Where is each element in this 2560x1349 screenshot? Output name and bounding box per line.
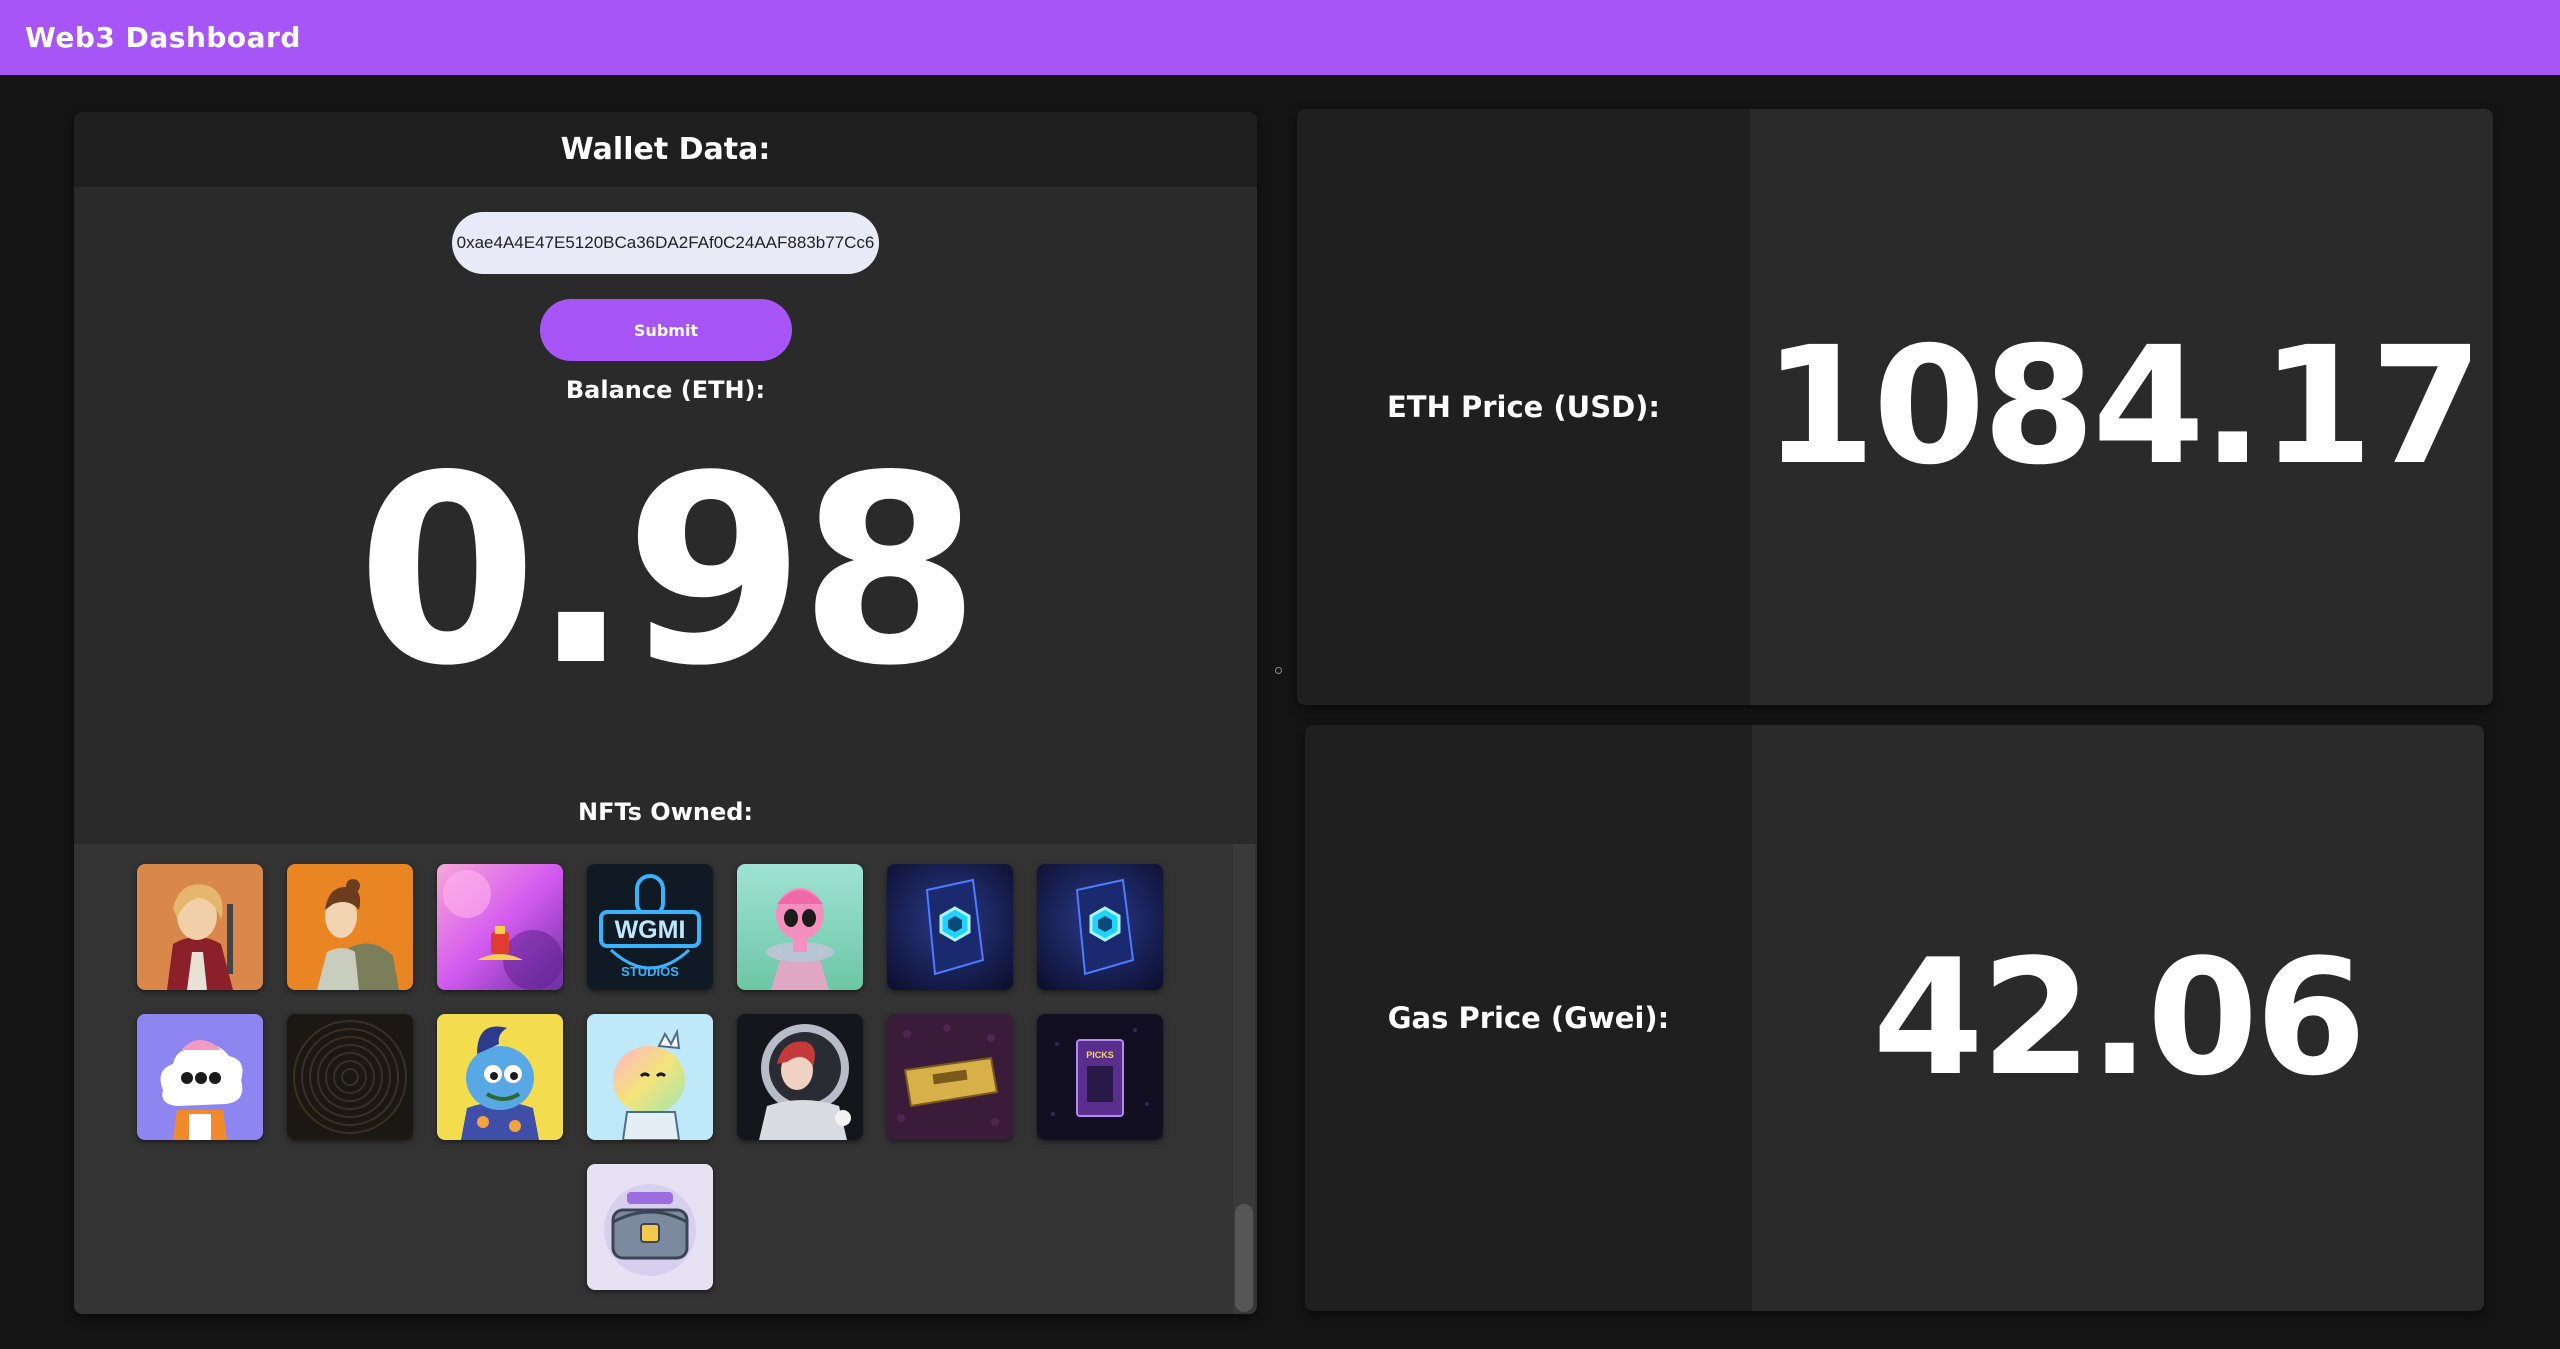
nft-wgmi-studios-logo-icon: WGMI STUDIOS: [587, 864, 713, 990]
nft-grid-spacer: [287, 1164, 413, 1290]
nft-wgmi-studios-logo[interactable]: WGMI STUDIOS: [587, 864, 713, 990]
nft-gallery-scrollbar[interactable]: [1233, 844, 1255, 1314]
nft-pink-purple-abstract-icon: [437, 864, 563, 990]
submit-button[interactable]: Submit: [540, 299, 792, 361]
nft-grid-spacer: [137, 1164, 263, 1290]
nft-treasure-chest[interactable]: [587, 1164, 713, 1290]
balance-value: 0.98: [356, 421, 981, 723]
resize-handle[interactable]: [1275, 667, 1282, 674]
nft-gold-ticket[interactable]: [887, 1014, 1013, 1140]
nft-dark-spiral-icon: [287, 1014, 413, 1140]
nft-pink-alien-ufo-icon: [737, 864, 863, 990]
top-bar: Web3 Dashboard: [0, 0, 2560, 75]
gas-price-value: 42.06: [1752, 725, 2484, 1311]
nft-grid: WGMI STUDIOS PICKS: [137, 864, 1163, 1290]
nft-rainbow-blob-icon: [587, 1014, 713, 1140]
nft-gallery: WGMI STUDIOS PICKS: [74, 844, 1257, 1314]
nft-grid-spacer: [437, 1164, 563, 1290]
nft-blue-crystal-box[interactable]: [887, 864, 1013, 990]
nft-red-jacket-character-icon: [137, 864, 263, 990]
wallet-header: Wallet Data:: [74, 112, 1257, 187]
nft-blue-monster-icon: [437, 1014, 563, 1140]
nft-purple-card[interactable]: PICKS: [1037, 1014, 1163, 1140]
nft-cloud-character-icon: [137, 1014, 263, 1140]
balance-label: Balance (ETH):: [565, 376, 766, 404]
gas-price-panel: Gas Price (Gwei): 42.06: [1305, 725, 2484, 1311]
nft-astronaut-portrait[interactable]: [737, 1014, 863, 1140]
nft-astronaut-portrait-icon: [737, 1014, 863, 1140]
eth-price-panel: ETH Price (USD): 1084.17: [1297, 109, 2493, 705]
wallet-address-input[interactable]: [452, 212, 879, 274]
nft-backpack-character-icon: [287, 864, 413, 990]
scrollbar-thumb[interactable]: [1235, 1204, 1253, 1312]
nft-treasure-chest-icon: [587, 1164, 713, 1290]
nft-dark-spiral[interactable]: [287, 1014, 413, 1140]
nft-blue-crystal-box-icon: [1037, 864, 1163, 990]
eth-price-value: 1084.17: [1750, 109, 2493, 705]
nft-backpack-character[interactable]: [287, 864, 413, 990]
svg-text:STUDIOS: STUDIOS: [621, 964, 679, 979]
wallet-title: Wallet Data:: [560, 132, 771, 167]
eth-price-label: ETH Price (USD):: [1297, 109, 1750, 705]
nft-cloud-character[interactable]: [137, 1014, 263, 1140]
nft-pink-alien-ufo[interactable]: [737, 864, 863, 990]
nft-gold-ticket-icon: [887, 1014, 1013, 1140]
nft-purple-card-icon: PICKS: [1037, 1014, 1163, 1140]
nft-blue-crystal-box-icon: [887, 864, 1013, 990]
app-title: Web3 Dashboard: [25, 21, 301, 54]
gas-price-label: Gas Price (Gwei):: [1305, 725, 1752, 1311]
nft-blue-crystal-box[interactable]: [1037, 864, 1163, 990]
nft-rainbow-blob[interactable]: [587, 1014, 713, 1140]
nft-blue-monster[interactable]: [437, 1014, 563, 1140]
nft-pink-purple-abstract[interactable]: [437, 864, 563, 990]
svg-text:WGMI: WGMI: [615, 916, 686, 944]
nft-red-jacket-character[interactable]: [137, 864, 263, 990]
nfts-label: NFTs Owned:: [577, 798, 754, 826]
svg-text:PICKS: PICKS: [1086, 1050, 1114, 1060]
wallet-panel: Wallet Data: Submit Balance (ETH): 0.98 …: [74, 112, 1257, 1314]
